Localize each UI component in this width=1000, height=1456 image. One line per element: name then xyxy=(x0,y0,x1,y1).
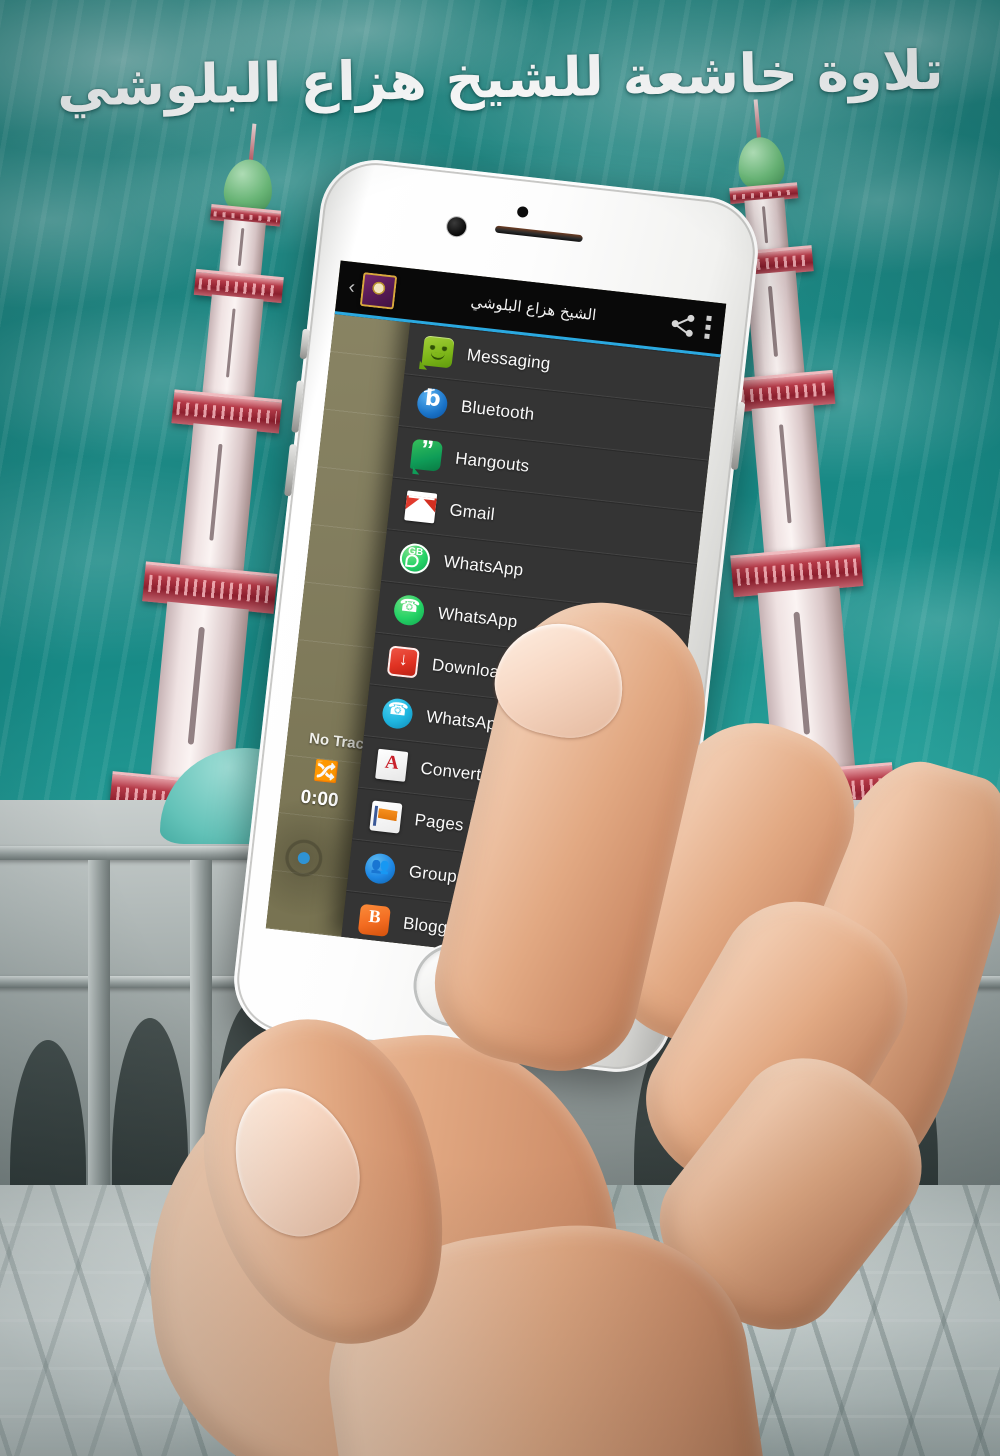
minaret-shaft xyxy=(201,294,264,403)
playback-time: 0:00 xyxy=(299,786,340,812)
messaging-icon xyxy=(421,335,455,369)
whatsapp-gb-icon xyxy=(398,542,432,576)
overflow-menu-icon[interactable] xyxy=(704,315,713,340)
gmail-icon xyxy=(404,490,438,524)
pages-manager-icon xyxy=(369,800,403,834)
bluetooth-icon xyxy=(415,386,449,421)
minaret-spire xyxy=(753,99,762,142)
blogger-icon xyxy=(357,903,391,937)
minaret-spire xyxy=(248,123,257,164)
minaret-shaft xyxy=(751,403,827,559)
minaret-shaft xyxy=(745,270,806,383)
hangouts-icon xyxy=(409,438,444,475)
download-icon xyxy=(386,645,420,679)
shuffle-icon[interactable]: 🔀 xyxy=(312,760,341,785)
minaret-shaft xyxy=(179,423,258,577)
share-target-label: Gmail xyxy=(448,500,496,525)
groups-icon xyxy=(363,852,397,886)
share-target-label: Hangouts xyxy=(454,448,531,476)
quran-book-icon xyxy=(359,271,398,310)
back-chevron-icon[interactable]: ‹ xyxy=(343,277,361,299)
pdf-icon xyxy=(375,748,409,782)
share-target-label: Bluetooth xyxy=(460,396,536,424)
share-icon[interactable] xyxy=(671,312,695,337)
action-bar-actions xyxy=(670,312,714,340)
share-target-label: WhatsApp xyxy=(436,603,519,632)
share-target-label: WhatsApp xyxy=(442,551,525,580)
whatsapp-blue-icon xyxy=(380,697,415,731)
share-target-label: Messaging xyxy=(465,345,552,374)
poster-stage: تلاوة خاشعة للشيخ هزاع البلوشي No Track … xyxy=(0,0,1000,1456)
whatsapp-icon xyxy=(392,593,426,627)
